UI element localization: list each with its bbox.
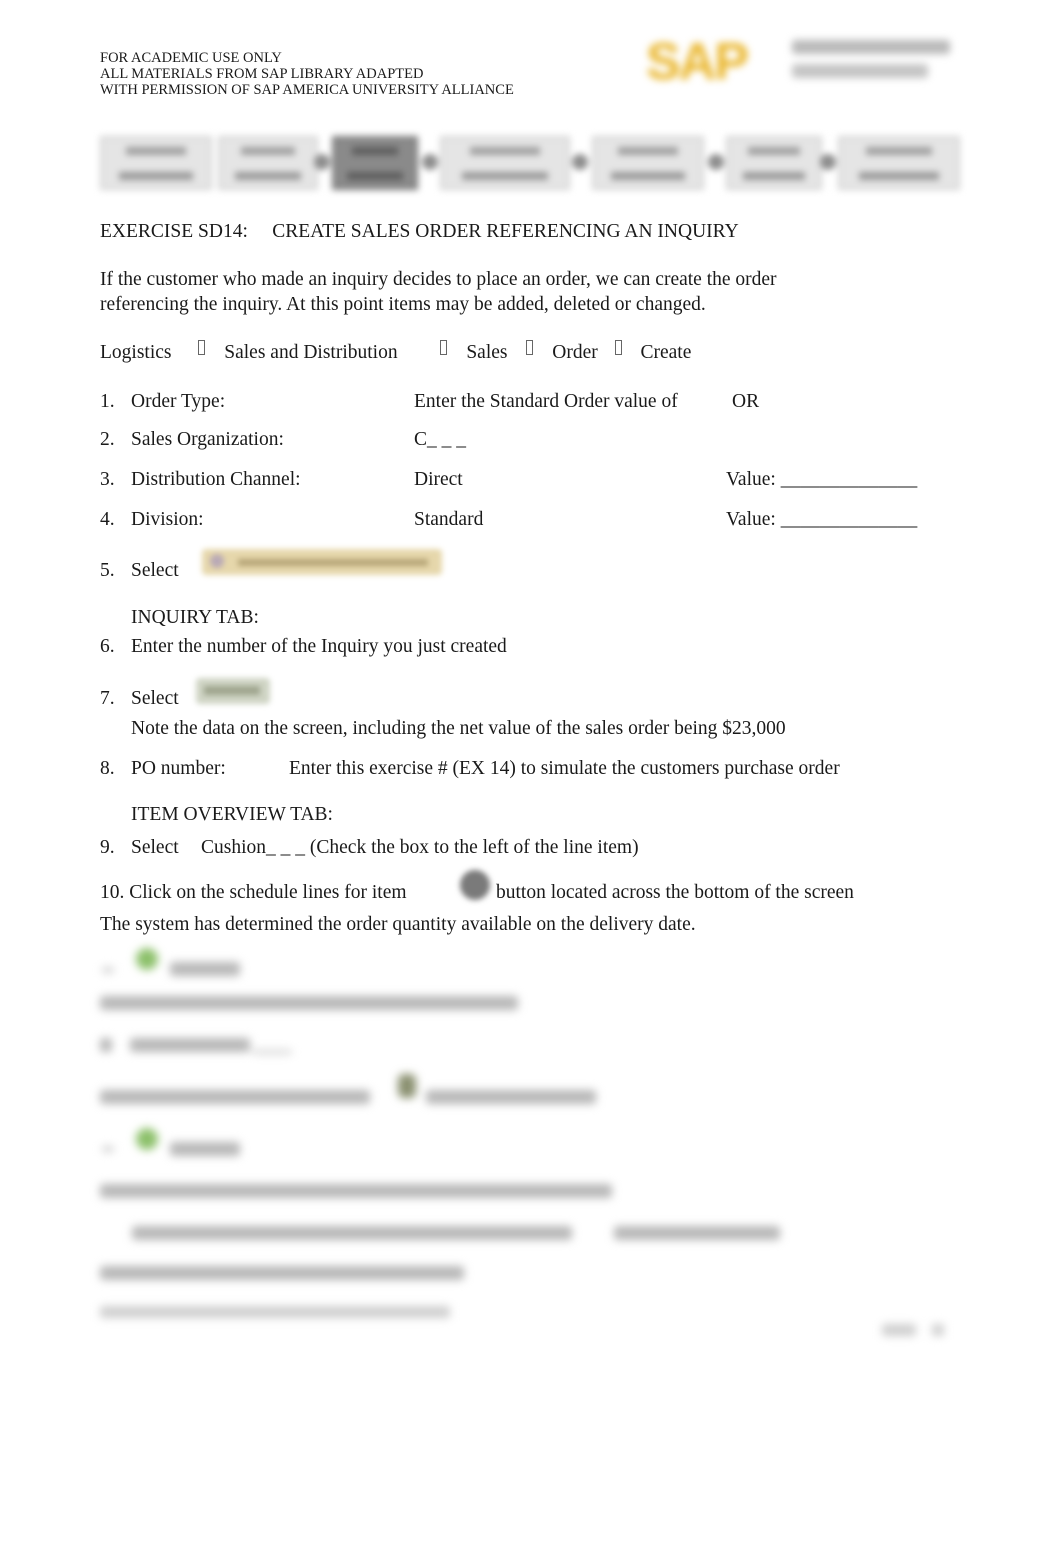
step-number: 9. (100, 837, 115, 858)
step-1: 1. Order Type: (100, 389, 225, 414)
step-4-value: Standard (414, 509, 484, 530)
step-9-item: Cushion_ _ _ (Check the box to the left … (201, 837, 639, 858)
step-6: 6. Enter the number of the Inquiry you ju… (100, 634, 507, 659)
process-step (440, 136, 570, 190)
process-step-active (332, 136, 418, 190)
step-2: 2. Sales Organization: (100, 427, 284, 452)
step-3-value: Direct (414, 469, 463, 490)
logo-subtitle-line (792, 40, 950, 54)
header-line: WITH PERMISSION OF SAP AMERICA UNIVERSIT… (100, 82, 514, 98)
step-10: 10. Click on the schedule lines for item (100, 880, 407, 905)
arrow-right-icon: > (614, 340, 622, 355)
step-2-value: C_ _ _ (414, 429, 467, 450)
step-label: Distribution Channel: (131, 469, 301, 490)
menu-path: Logistics > Sales and Distribution > Sal… (100, 340, 691, 365)
create-with-reference-button[interactable] (202, 549, 442, 575)
step-9: 9. Select (100, 835, 179, 860)
header-line: FOR ACADEMIC USE ONLY (100, 50, 282, 66)
order-type-value: OR (732, 391, 760, 412)
step-label: Division: (131, 509, 204, 530)
step-10-after: button located across the bottom of the … (496, 882, 854, 903)
process-flow-diagram (100, 134, 960, 192)
step-number: 6. (100, 636, 115, 657)
blurred-preview-section (0, 940, 1062, 1360)
menu-path-item: Order (552, 342, 598, 363)
academic-header: FOR ACADEMIC USE ONLY ALL MATERIALS FROM… (100, 50, 514, 98)
process-step (838, 136, 960, 190)
value-blank: Value: ______________ (726, 469, 918, 490)
step-8: 8. PO number: (100, 756, 226, 781)
back-icon (136, 948, 158, 970)
exercise-heading: CREATE SALES ORDER REFERENCING AN INQUIR… (272, 221, 739, 242)
intro-line: If the customer who made an inquiry deci… (100, 269, 777, 290)
step-text: Enter the number of the Inquiry you just… (131, 636, 507, 657)
flow-arrow-icon (422, 154, 438, 170)
step-number: 2. (100, 429, 115, 450)
step-7-note: Note the data on the screen, including t… (131, 718, 786, 739)
intro-paragraph: If the customer who made an inquiry deci… (100, 267, 777, 317)
menu-path-item: Sales and Distribution (224, 342, 398, 363)
step-number: 5. (100, 560, 115, 581)
back-icon (136, 1128, 158, 1150)
process-step (218, 136, 318, 190)
process-step (592, 136, 704, 190)
step-text: Select (131, 688, 179, 709)
inquiry-tab-heading: INQUIRY TAB: (131, 607, 259, 628)
menu-path-item: Sales (466, 342, 508, 363)
step-10-note: The system has determined the order quan… (100, 914, 696, 935)
step-text: Click on the schedule lines for item (129, 882, 407, 903)
step-label: PO number: (131, 758, 226, 779)
flow-arrow-icon (820, 154, 836, 170)
copy-button[interactable] (196, 678, 270, 704)
step-number: 1. (100, 391, 115, 412)
step-7: 7. Select (100, 686, 179, 711)
sap-logo-icon: SAP (640, 28, 960, 92)
step-number: 10. (100, 882, 125, 903)
step-text: Select (131, 560, 179, 581)
sap-logo-text: SAP (646, 33, 749, 91)
process-step (726, 136, 822, 190)
exercise-title: EXERCISE SD14: CREATE SALES ORDER REFERE… (100, 219, 810, 247)
item-overview-tab-heading: ITEM OVERVIEW TAB: (131, 804, 333, 825)
arrow-right-icon: > (526, 340, 534, 355)
step-1-value: Enter the Standard Order value of (414, 391, 678, 412)
arrow-right-icon: > (198, 340, 206, 355)
exercise-code: EXERCISE SD14: (100, 221, 248, 242)
flow-arrow-icon (314, 154, 330, 170)
step-number: 4. (100, 509, 115, 530)
menu-path-item: Create (640, 342, 692, 363)
menu-path-item: Logistics (100, 342, 172, 363)
step-3: 3. Distribution Channel: (100, 467, 301, 492)
intro-line: referencing the inquiry. At this point i… (100, 294, 706, 315)
flow-arrow-icon (572, 154, 588, 170)
header-line: ALL MATERIALS FROM SAP LIBRARY ADAPTED (100, 66, 424, 82)
step-label: Sales Organization: (131, 429, 284, 450)
step-label: Order Type: (131, 391, 226, 412)
step-number: 7. (100, 688, 115, 709)
step-text: Select (131, 837, 179, 858)
process-step (100, 136, 212, 190)
schedule-lines-button[interactable] (460, 870, 490, 900)
flow-arrow-icon (708, 154, 724, 170)
step-5: 5. Select (100, 558, 179, 583)
step-number: 8. (100, 758, 115, 779)
arrow-right-icon: > (440, 340, 448, 355)
step-4: 4. Division: (100, 507, 204, 532)
logo-subtitle-line (792, 64, 928, 78)
value-blank: Value: ______________ (726, 509, 918, 530)
item-conditions-icon (398, 1074, 416, 1098)
step-number: 3. (100, 469, 115, 490)
step-8-text: Enter this exercise # (EX 14) to simulat… (289, 758, 840, 779)
